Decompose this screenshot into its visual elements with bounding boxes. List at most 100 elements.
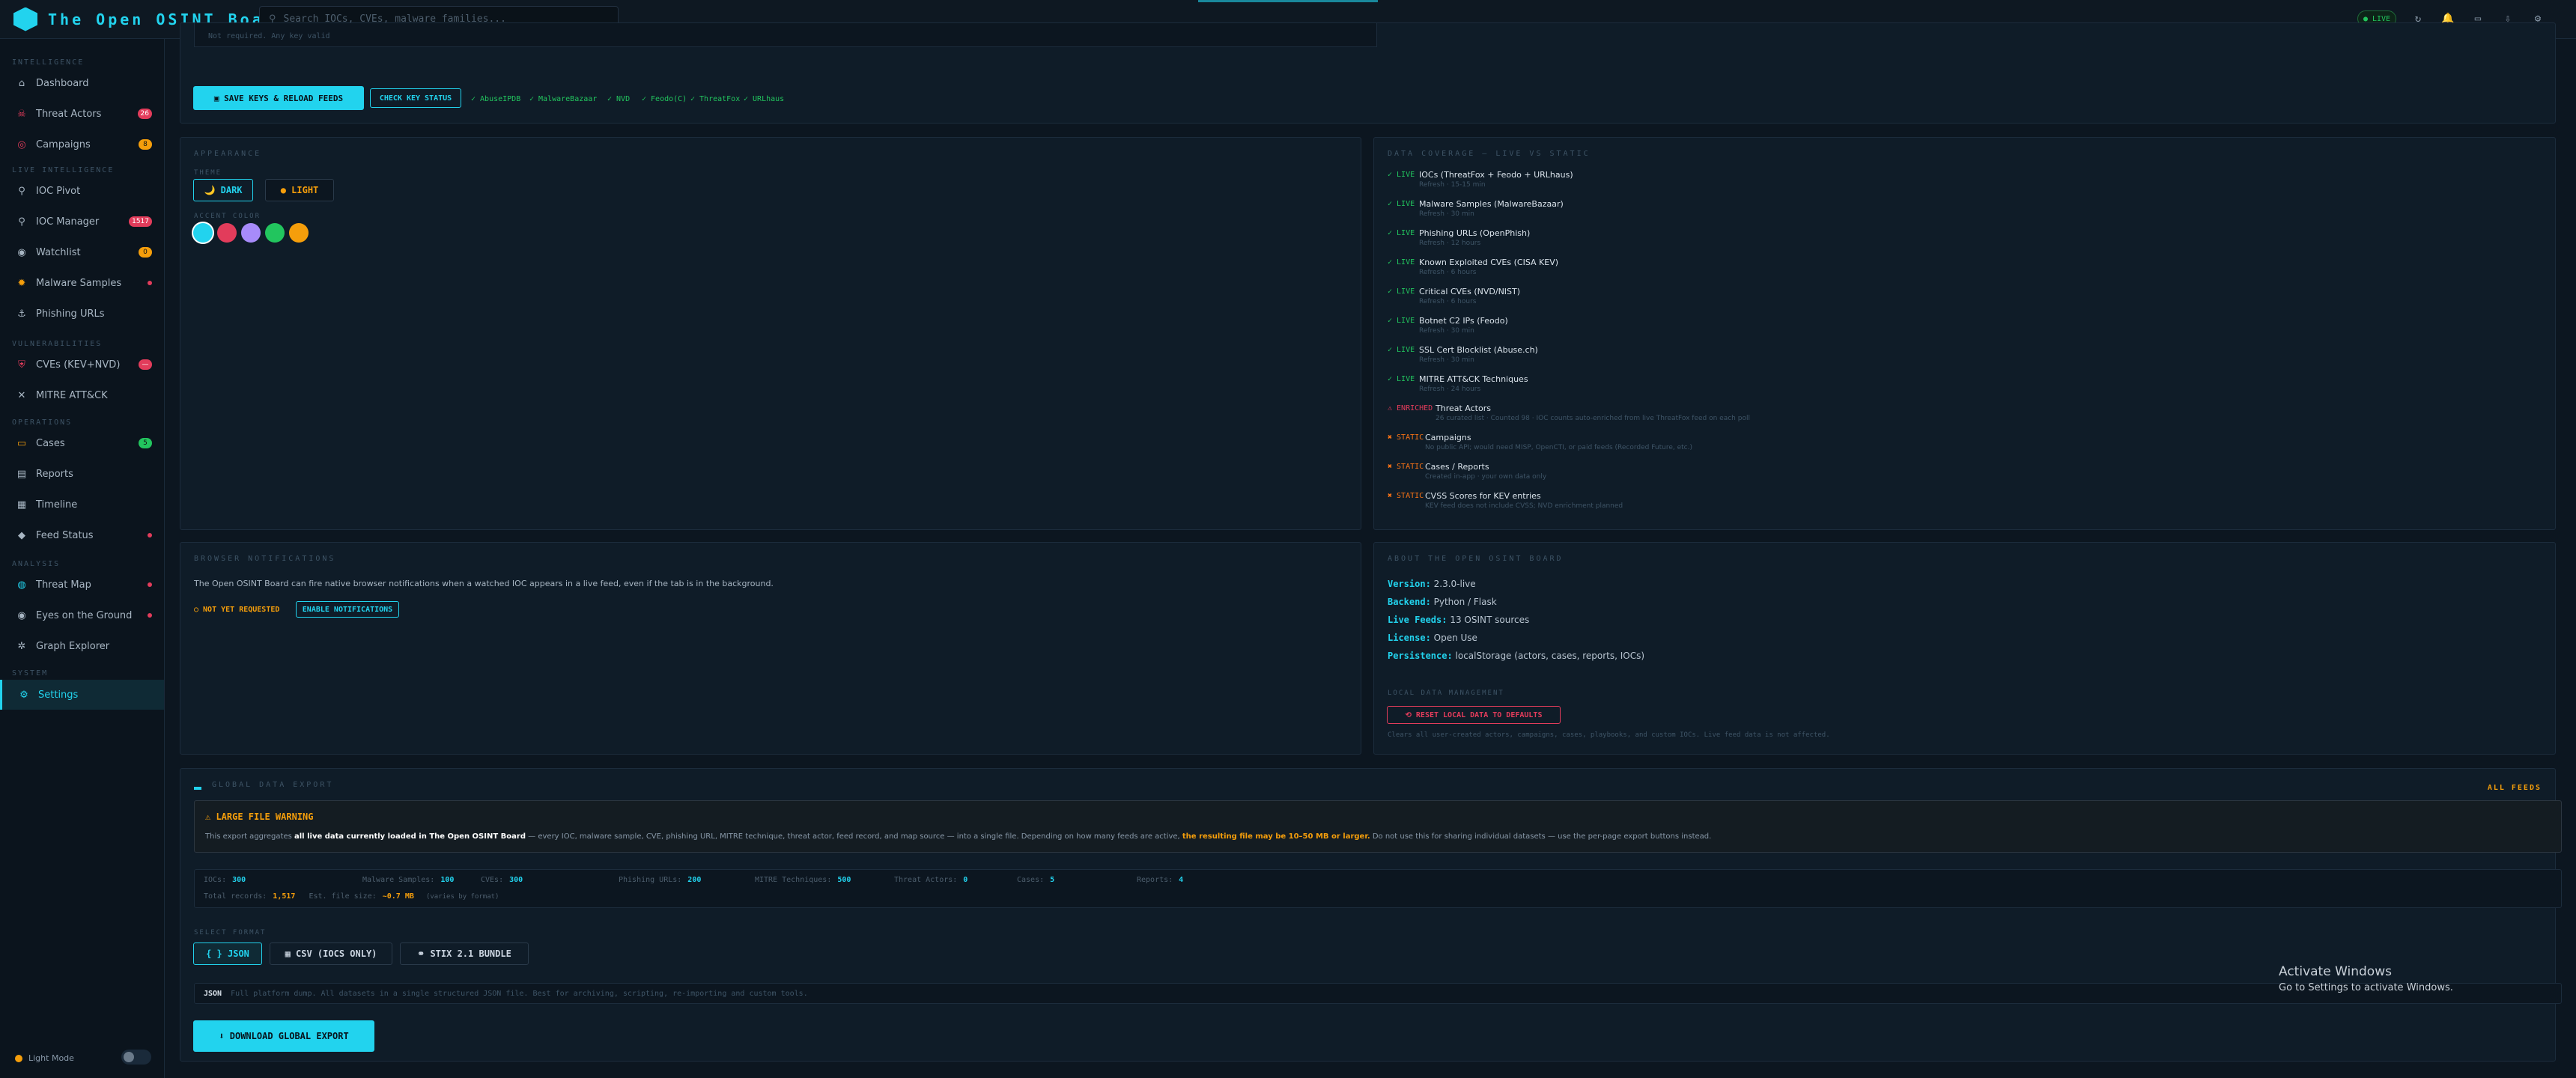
sidebar-item-label: Timeline <box>36 499 78 511</box>
accent-swatch-purple[interactable] <box>241 223 261 243</box>
coverage-row: ✓ LIVE Known Exploited CVEs (CISA KEV) Ref… <box>1388 255 1897 284</box>
sidebar-item-ioc-pivot[interactable]: ⚲ IOC Pivot <box>0 176 164 206</box>
accent-swatch-cyan[interactable] <box>193 223 213 243</box>
graph-icon: ✲ <box>17 640 26 652</box>
api-key-field[interactable]: Not required. Any key valid <box>194 23 1377 47</box>
notifications-panel: BROWSER NOTIFICATIONS The Open OSINT Boa… <box>180 542 1361 755</box>
format-stix-button[interactable]: ⚭ STIX 2.1 BUNDLE <box>400 943 529 965</box>
count-badge: 0 <box>139 247 152 258</box>
dark-theme-button[interactable]: 🌙 DARK <box>193 179 253 201</box>
live-dot <box>148 533 152 538</box>
enable-notifications-button[interactable]: ENABLE NOTIFICATIONS <box>296 601 399 618</box>
large-file-warning: ⚠ LARGE FILE WARNING This export aggrega… <box>194 800 2562 853</box>
section-label: ANALYSIS <box>12 560 61 568</box>
coverage-desc: Refresh · 12 hours <box>1419 240 1481 247</box>
about-persistence: Persistence: localStorage (actors, cases… <box>1388 651 1645 661</box>
pivot-icon: ⚲ <box>18 185 25 197</box>
reset-local-data-button[interactable]: ⟲ RESET LOCAL DATA TO DEFAULTS <box>1387 706 1561 724</box>
accent-swatch-orange[interactable] <box>289 223 309 243</box>
check-urlhaus: ✓ URLhaus <box>744 95 785 103</box>
sidebar-item-eyes-on-ground[interactable]: ◉ Eyes on the Ground <box>0 600 164 630</box>
live-dot <box>148 613 152 618</box>
sidebar-item-phishing-urls[interactable]: ⚓ Phishing URLs <box>0 299 164 329</box>
coverage-desc: Created in-app · your own data only <box>1425 473 1547 481</box>
appearance-title: APPEARANCE <box>194 150 262 158</box>
coverage-row: ✓ LIVE IOCs (ThreatFox + Feodo + URLhaus)… <box>1388 168 1897 196</box>
sidebar-item-reports[interactable]: ▤ Reports <box>0 459 164 489</box>
search-icon: ⚲ <box>18 216 25 228</box>
sidebar-item-mitre[interactable]: ✕ MITRE ATT&CK <box>0 380 164 410</box>
about-backend: Backend: Python / Flask <box>1388 597 1497 607</box>
sidebar-item-dashboard[interactable]: ⌂ Dashboard <box>0 68 164 98</box>
light-mode-toggle[interactable] <box>121 1050 151 1065</box>
hook-icon: ⚓ <box>17 308 26 320</box>
coverage-name: Threat Actors <box>1436 404 1491 413</box>
sidebar-item-cases[interactable]: ▭ Cases 5 <box>0 428 164 458</box>
check-key-status-button[interactable]: CHECK KEY STATUS <box>370 88 461 108</box>
about-version: Version: 2.3.0-live <box>1388 579 1476 589</box>
stat-iocs: IOCs: 300 <box>204 876 246 884</box>
warning-title: ⚠ LARGE FILE WARNING <box>205 811 314 822</box>
sidebar-item-label: Feed Status <box>36 529 94 541</box>
document-icon: ▤ <box>16 468 27 480</box>
warning-text: This export aggregates all live data cur… <box>205 832 1712 841</box>
about-panel: ABOUT THE OPEN OSINT BOARD Version: 2.3.… <box>1373 542 2556 755</box>
sidebar-item-label: Reports <box>36 468 73 480</box>
coverage-row: ✓ LIVE Phishing URLs (OpenPhish) Refresh ·… <box>1388 226 1897 255</box>
calendar-icon: ▦ <box>16 499 27 511</box>
skull-icon: ☠ <box>17 108 26 120</box>
sidebar-item-graph-explorer[interactable]: ✲ Graph Explorer <box>0 631 164 661</box>
sidebar: INTELLIGENCE ⌂ Dashboard ☠ Threat Actors 26… <box>0 39 165 1078</box>
sidebar-item-threat-map[interactable]: ◍ Threat Map <box>0 570 164 600</box>
sidebar-item-cves[interactable]: ⛨ CVEs (KEV+NVD) — <box>0 350 164 380</box>
sun-icon <box>15 1054 22 1062</box>
coverage-status: ✖ STATIC <box>1388 433 1424 442</box>
coverage-row: ✓ LIVE SSL Cert Blocklist (Abuse.ch) Refre… <box>1388 343 1897 371</box>
save-keys-button[interactable]: ▣ SAVE KEYS & RELOAD FEEDS <box>193 86 364 110</box>
count-badge: 1517 <box>129 216 152 227</box>
live-dot <box>148 281 152 285</box>
notification-status: ○ NOT YET REQUESTED <box>194 606 280 614</box>
live-dot <box>148 582 152 587</box>
sidebar-item-settings[interactable]: ⚙ Settings <box>0 680 164 710</box>
coverage-row: ✖ STATIC Cases / Reports Created in-app · … <box>1388 460 1897 488</box>
select-format-label: SELECT FORMAT <box>194 929 267 937</box>
format-json-button[interactable]: { } JSON <box>193 943 262 965</box>
target-icon: ◎ <box>17 138 26 150</box>
accent-swatch-green[interactable] <box>265 223 285 243</box>
sidebar-item-timeline[interactable]: ▦ Timeline <box>0 490 164 520</box>
windows-activation-watermark: Activate Windows Go to Settings to activ… <box>2279 964 2453 993</box>
sidebar-item-ioc-manager[interactable]: ⚲ IOC Manager 1517 <box>0 207 164 237</box>
coverage-name: Known Exploited CVEs (CISA KEV) <box>1419 258 1559 267</box>
accent-swatch-red[interactable] <box>217 223 237 243</box>
sidebar-item-label: Dashboard <box>36 77 89 89</box>
count-badge: 8 <box>139 139 152 150</box>
sidebar-item-label: MITRE ATT&CK <box>36 389 108 401</box>
reset-note: Clears all user-created actors, campaign… <box>1388 731 1830 739</box>
count-badge: 26 <box>137 109 152 119</box>
format-csv-button[interactable]: ▦ CSV (IOCS ONLY) <box>270 943 392 965</box>
light-mode-label: Light Mode <box>15 1053 74 1063</box>
sidebar-item-malware-samples[interactable]: ✹ Malware Samples <box>0 268 164 298</box>
sidebar-item-label: IOC Pivot <box>36 185 81 197</box>
sidebar-item-feed-status[interactable]: ◆ Feed Status <box>0 520 164 550</box>
active-tab-indicator <box>1198 0 1378 2</box>
stat-mitre: MITRE Techniques: 500 <box>755 876 851 884</box>
export-stats: IOCs: 300 Malware Samples: 100 CVEs: 300 Ph… <box>194 869 2562 908</box>
antenna-icon: ◆ <box>18 529 25 541</box>
logo-icon <box>13 7 37 31</box>
download-global-export-button[interactable]: ⬇ DOWNLOAD GLOBAL EXPORT <box>193 1020 374 1052</box>
coverage-desc: No public API; would need MISP, OpenCTI,… <box>1425 444 1693 451</box>
coverage-name: MITRE ATT&CK Techniques <box>1419 374 1528 384</box>
sidebar-item-campaigns[interactable]: ◎ Campaigns 8 <box>0 130 164 159</box>
notifications-title: BROWSER NOTIFICATIONS <box>194 555 336 563</box>
sidebar-item-label: Settings <box>38 689 79 701</box>
sidebar-item-threat-actors[interactable]: ☠ Threat Actors 26 <box>0 99 164 129</box>
light-theme-button[interactable]: ● LIGHT <box>265 179 334 201</box>
about-live-feeds: Live Feeds: 13 OSINT sources <box>1388 615 1530 625</box>
coverage-row: ✓ LIVE Malware Samples (MalwareBazaar) Ref… <box>1388 197 1897 225</box>
coverage-row: ✓ LIVE Critical CVEs (NVD/NIST) Refresh · … <box>1388 284 1897 313</box>
coverage-row: ✖ STATIC Campaigns No public API; would ne… <box>1388 430 1897 459</box>
sidebar-item-watchlist[interactable]: ◉ Watchlist 0 <box>0 237 164 267</box>
coverage-name: Cases / Reports <box>1425 462 1489 472</box>
